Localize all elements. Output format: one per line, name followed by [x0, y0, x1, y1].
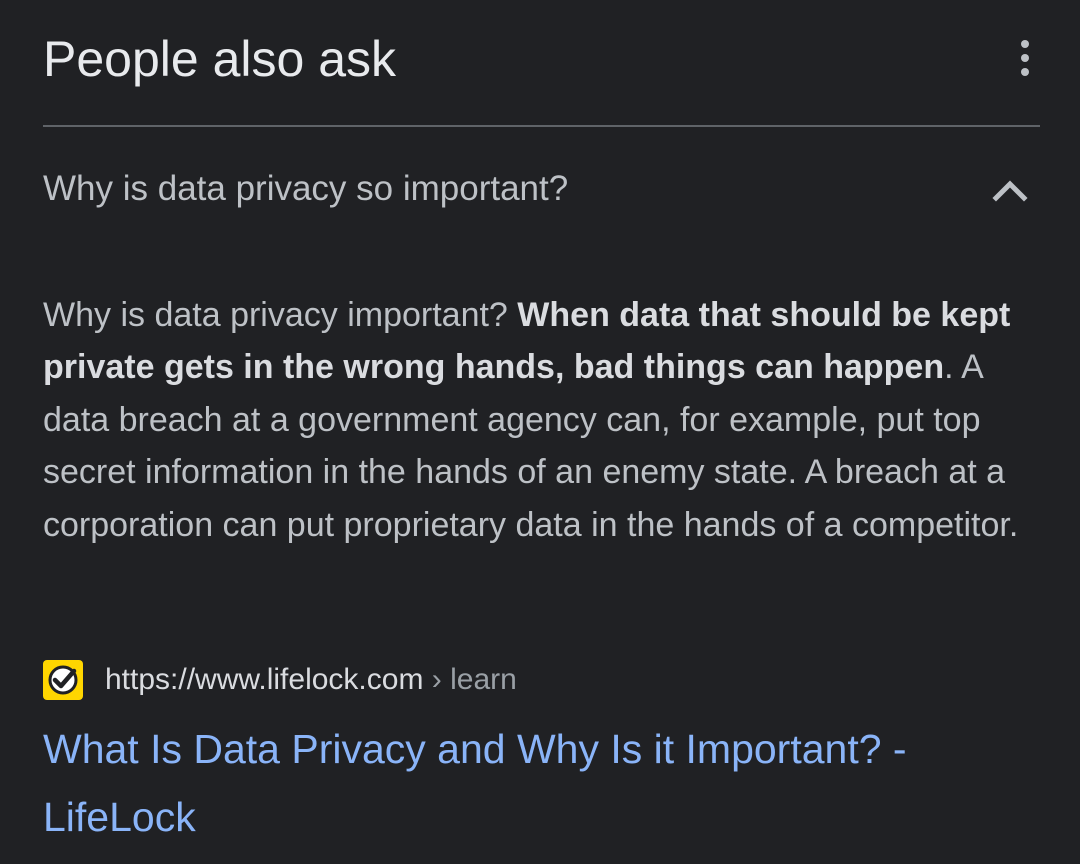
result-title-link[interactable]: What Is Data Privacy and Why Is it Impor…	[43, 715, 1033, 851]
answer-snippet: Why is data privacy important? When data…	[43, 289, 1033, 551]
question-toggle[interactable]: Why is data privacy so important?	[43, 150, 1040, 230]
paa-header: People also ask	[43, 28, 1043, 92]
answer-lead: Why is data privacy important?	[43, 296, 518, 334]
more-vert-icon	[1021, 40, 1029, 76]
chevron-up-icon[interactable]	[990, 172, 1030, 208]
more-options-button[interactable]	[1003, 32, 1047, 88]
source-domain: https://www.lifelock.com	[105, 663, 424, 696]
question-text: Why is data privacy so important?	[43, 169, 569, 208]
page-title: People also ask	[43, 31, 397, 87]
divider	[43, 125, 1040, 127]
source-url: https://www.lifelock.com › learn	[105, 660, 517, 700]
source-link[interactable]: https://www.lifelock.com › learn	[43, 656, 1040, 704]
lifelock-favicon-icon	[43, 660, 83, 700]
source-path: › learn	[423, 663, 517, 696]
